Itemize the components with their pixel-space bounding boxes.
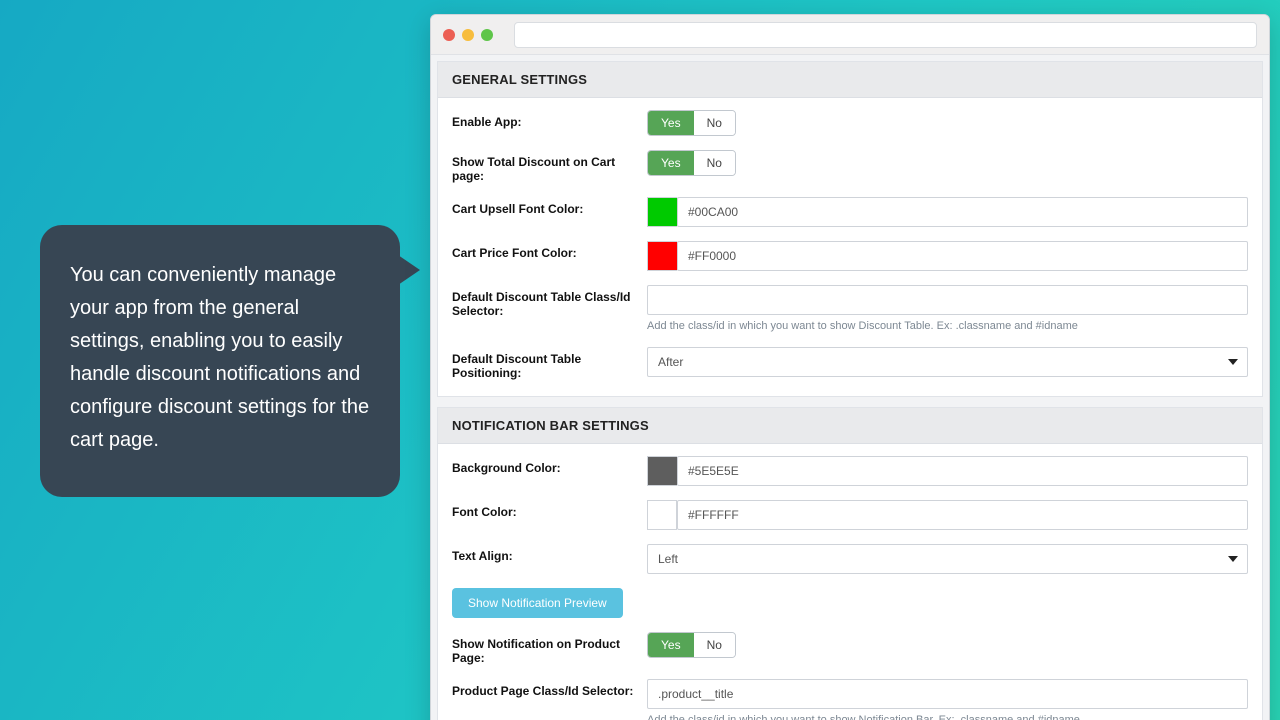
toggle-no[interactable]: No: [694, 633, 735, 657]
label-text-align: Text Align:: [452, 544, 647, 563]
row-bg-color: Background Color:: [452, 456, 1248, 486]
row-total-discount: Show Total Discount on Cart page: Yes No: [452, 150, 1248, 183]
row-font-color: Font Color:: [452, 500, 1248, 530]
swatch-bg[interactable]: [647, 456, 677, 486]
label-table-selector: Default Discount Table Class/Id Selector…: [452, 285, 647, 318]
row-text-align: Text Align:: [452, 544, 1248, 574]
toggle-yes[interactable]: Yes: [648, 633, 694, 657]
swatch-upsell[interactable]: [647, 197, 677, 227]
toggle-no[interactable]: No: [694, 111, 735, 135]
swatch-price[interactable]: [647, 241, 677, 271]
panel-body-general: Enable App: Yes No Show Total Discount o…: [438, 98, 1262, 396]
hex-input-font[interactable]: [677, 500, 1248, 530]
show-notification-preview-button[interactable]: Show Notification Preview: [452, 588, 623, 618]
url-bar[interactable]: [514, 22, 1257, 48]
input-product-selector[interactable]: [647, 679, 1248, 709]
label-font-color: Font Color:: [452, 500, 647, 519]
label-upsell-color: Cart Upsell Font Color:: [452, 197, 647, 216]
color-input-bg: [647, 456, 1248, 486]
hint-product-selector: Add the class/id in which you want to sh…: [647, 713, 1248, 720]
zoom-dot-icon[interactable]: [481, 29, 493, 41]
select-value-positioning[interactable]: [647, 347, 1248, 377]
titlebar: [431, 15, 1269, 55]
callout-text: You can conveniently manage your app fro…: [70, 264, 369, 451]
panel-body-notif: Background Color: Font Color:: [438, 444, 1262, 720]
label-product-selector: Product Page Class/Id Selector:: [452, 679, 647, 698]
row-enable-app: Enable App: Yes No: [452, 110, 1248, 136]
row-price-color: Cart Price Font Color:: [452, 241, 1248, 271]
panel-general-settings: GENERAL SETTINGS Enable App: Yes No Show…: [437, 61, 1263, 397]
row-upsell-color: Cart Upsell Font Color:: [452, 197, 1248, 227]
label-price-color: Cart Price Font Color:: [452, 241, 647, 260]
hex-input-bg[interactable]: [677, 456, 1248, 486]
color-input-font: [647, 500, 1248, 530]
toggle-yes[interactable]: Yes: [648, 111, 694, 135]
row-table-selector: Default Discount Table Class/Id Selector…: [452, 285, 1248, 333]
row-show-on-product: Show Notification on Product Page: Yes N…: [452, 632, 1248, 665]
select-table-positioning[interactable]: [647, 347, 1248, 377]
toggle-yes[interactable]: Yes: [648, 151, 694, 175]
row-preview-button: Show Notification Preview: [452, 588, 1248, 618]
toggle-enable-app[interactable]: Yes No: [647, 110, 736, 136]
label-total-discount: Show Total Discount on Cart page:: [452, 150, 647, 183]
feature-callout: You can conveniently manage your app fro…: [40, 225, 400, 497]
hex-input-upsell[interactable]: [677, 197, 1248, 227]
row-product-selector: Product Page Class/Id Selector: Add the …: [452, 679, 1248, 720]
browser-window: GENERAL SETTINGS Enable App: Yes No Show…: [430, 14, 1270, 720]
row-table-positioning: Default Discount Table Positioning:: [452, 347, 1248, 380]
toggle-no[interactable]: No: [694, 151, 735, 175]
toggle-show-on-product[interactable]: Yes No: [647, 632, 736, 658]
color-input-upsell: [647, 197, 1248, 227]
panel-notification-settings: NOTIFICATION BAR SETTINGS Background Col…: [437, 407, 1263, 720]
panel-header-notif: NOTIFICATION BAR SETTINGS: [438, 408, 1262, 444]
label-show-on-product: Show Notification on Product Page:: [452, 632, 647, 665]
close-dot-icon[interactable]: [443, 29, 455, 41]
panel-header-general: GENERAL SETTINGS: [438, 62, 1262, 98]
minimize-dot-icon[interactable]: [462, 29, 474, 41]
color-input-price: [647, 241, 1248, 271]
label-enable-app: Enable App:: [452, 110, 647, 129]
marketing-slide: You can conveniently manage your app fro…: [0, 0, 1280, 720]
toggle-total-discount[interactable]: Yes No: [647, 150, 736, 176]
hint-table-selector: Add the class/id in which you want to sh…: [647, 319, 1248, 333]
label-table-positioning: Default Discount Table Positioning:: [452, 347, 647, 380]
swatch-font[interactable]: [647, 500, 677, 530]
hex-input-price[interactable]: [677, 241, 1248, 271]
select-text-align[interactable]: [647, 544, 1248, 574]
input-table-selector[interactable]: [647, 285, 1248, 315]
select-value-align[interactable]: [647, 544, 1248, 574]
label-bg-color: Background Color:: [452, 456, 647, 475]
